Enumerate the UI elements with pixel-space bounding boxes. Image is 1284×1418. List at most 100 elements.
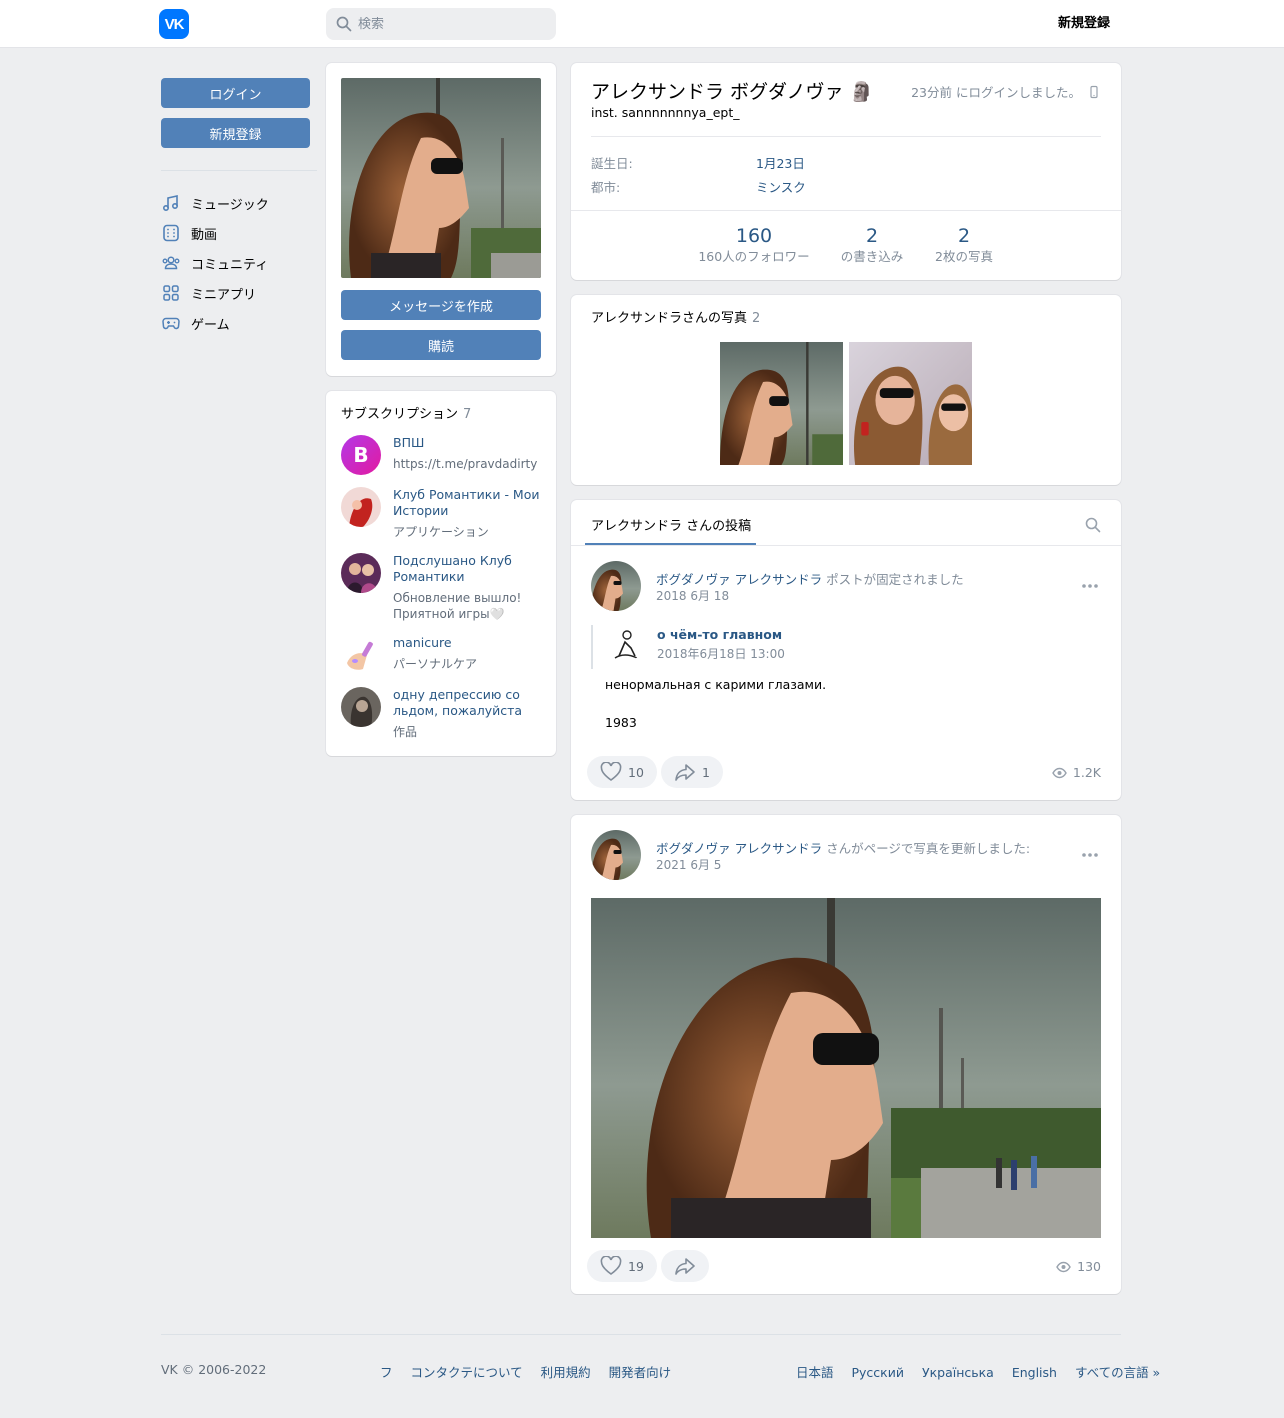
birthday-label: 誕生日: [591,156,633,171]
post-author-avatar[interactable] [591,561,641,611]
share-button[interactable] [661,1250,709,1282]
post-author[interactable]: ボグダノヴァ アレクサンドラ ポストが固定されました [656,569,964,588]
send-message-button[interactable]: メッセージを作成 [341,290,541,320]
lang-russian[interactable]: Русский [852,1365,904,1380]
profile-avatar[interactable] [341,78,541,278]
subscription-name[interactable]: ВПШ [393,435,541,451]
post-text: ненормальная с карими глазами. [605,677,827,692]
counter-photos[interactable]: 2 2枚の写真 [924,223,1004,265]
footer-link-terms[interactable]: 利用規約 [541,1365,591,1380]
birthday-value[interactable]: 1月23日 [756,153,805,172]
post-action-text: ポストが固定されました [822,572,964,587]
footer-copyright: VK © 2006-2022 [161,1362,267,1377]
lang-ukrainian[interactable]: Українська [922,1365,994,1380]
footer-link-developers[interactable]: 開発者向け [609,1365,672,1380]
profile-name: アレクサンドラ ボグダノヴァ 🗿 [591,81,874,103]
subscription-desc: 作品 [393,725,418,739]
photo-thumbnail[interactable] [720,342,843,465]
wall-divider [571,545,1121,546]
city-label: 都市: [591,180,621,195]
counter-number: 160 [735,225,773,247]
counters-divider [571,210,1121,211]
left-divider [161,170,317,171]
menu-item-community[interactable]: コミュニティ [161,248,269,278]
counter-number: 2 [865,225,879,247]
counter-followers[interactable]: 160 160人のフォロワー [694,223,814,265]
post-date[interactable]: 2021 6月 5 [656,856,721,873]
menu-item-label: ミュージック [191,197,269,213]
like-button[interactable]: 19 [587,1250,657,1282]
footer-link-about[interactable]: コンタクテについて [411,1365,523,1380]
photos-header[interactable]: アレクサンドラさんの写真 2 [591,307,760,326]
subscription-name[interactable]: manicure [393,635,541,651]
post-date[interactable]: 2018 6月 18 [656,587,729,604]
post-more-button[interactable] [1081,574,1099,593]
subscription-name[interactable]: одну депрессию со льдом, пожалуйста [393,687,541,719]
repost-source-avatar[interactable] [607,626,643,662]
repost-line [591,625,593,669]
signup-button[interactable]: 新規登録 [161,118,310,148]
menu-item-music[interactable]: ミュージック [161,188,269,218]
photos-count: 2 [752,311,761,326]
menu-item-label: 動画 [191,227,218,243]
eye-icon [1056,1261,1071,1272]
search-icon [1085,517,1101,533]
search-box[interactable] [326,8,556,40]
counter-posts[interactable]: 2 の書き込み [832,223,912,265]
post-more-button[interactable] [1081,843,1099,862]
header-signup-link[interactable]: 新規登録 [1030,14,1110,34]
city-value[interactable]: ミンスク [756,177,806,196]
lang-all[interactable]: すべての言語 » [1075,1365,1160,1380]
counter-label: 2枚の写真 [935,249,993,264]
lang-japanese[interactable]: 日本語 [796,1365,834,1380]
menu-item-label: コミュニティ [191,257,269,273]
post-views: 130 [1056,1259,1101,1274]
like-count: 19 [628,1258,644,1274]
menu-item-label: ミニアプリ [191,287,257,303]
post-author-avatar[interactable] [591,830,641,880]
like-button[interactable]: 10 [587,756,657,788]
subscriptions-header[interactable]: サブスクリプション 7 [341,403,471,422]
post-author-name[interactable]: ボグダノヴァ アレクサンドラ [656,572,822,587]
post-action-text: さんがページで写真を更新しました: [822,841,1031,856]
post-author[interactable]: ボグダノヴァ アレクサンドラ さんがページで写真を更新しました: [656,838,1030,857]
subscription-avatar[interactable] [341,635,381,675]
menu-item-games[interactable]: ゲーム [161,308,269,338]
gamepad-icon [162,317,180,330]
subscription-avatar[interactable] [341,487,381,527]
left-menu: ミュージック 動画 コミュニティ ミニアプリ ゲーム [161,188,269,338]
search-icon [336,16,352,32]
wall-post-card: アレクサンドラ さんの投稿 ボグダノヴァ アレクサンドラ ポストが固定されました… [571,500,1121,800]
wall-search-button[interactable] [1085,517,1101,537]
subscription-name[interactable]: Подслушано Клуб Романтики [393,553,541,585]
video-icon [163,224,179,242]
subscription-avatar[interactable] [341,553,381,593]
counter-label: の書き込み [840,249,904,264]
menu-item-mini-apps[interactable]: ミニアプリ [161,278,269,308]
post-photo[interactable] [591,898,1101,1238]
photos-title: アレクサンドラさんの写真 [591,311,748,326]
search-input[interactable] [358,16,548,32]
subscription-avatar[interactable]: B [341,435,381,475]
repost-date[interactable]: 2018年6月18日 13:00 [657,645,785,662]
top-bar: VK 新規登録 [0,0,1284,48]
wall-tab-posts[interactable]: アレクサンドラ さんの投稿 [591,515,751,534]
svg-text:B: B [353,443,368,467]
login-button[interactable]: ログイン [161,78,310,108]
counter-label: 160人のフォロワー [698,249,810,264]
avatar-card: メッセージを作成 購読 [326,63,556,376]
counter-number: 2 [957,225,971,247]
eye-icon [1052,767,1067,778]
more-dots-icon [1082,584,1098,588]
post-author-name[interactable]: ボグダノヴァ アレクサンドラ [656,841,822,856]
subscribe-button[interactable]: 購読 [341,330,541,360]
footer-link[interactable]: フ [380,1365,393,1380]
share-button[interactable]: 1 [661,756,723,788]
lang-english[interactable]: English [1012,1365,1057,1380]
photo-thumbnail[interactable] [849,342,972,465]
subscription-avatar[interactable] [341,687,381,727]
subscription-name[interactable]: Клуб Романтики - Мои Истории [393,487,541,519]
vk-logo[interactable]: VK [159,9,189,39]
repost-source-name[interactable]: о чём-то главном [657,627,782,642]
menu-item-video[interactable]: 動画 [161,218,269,248]
